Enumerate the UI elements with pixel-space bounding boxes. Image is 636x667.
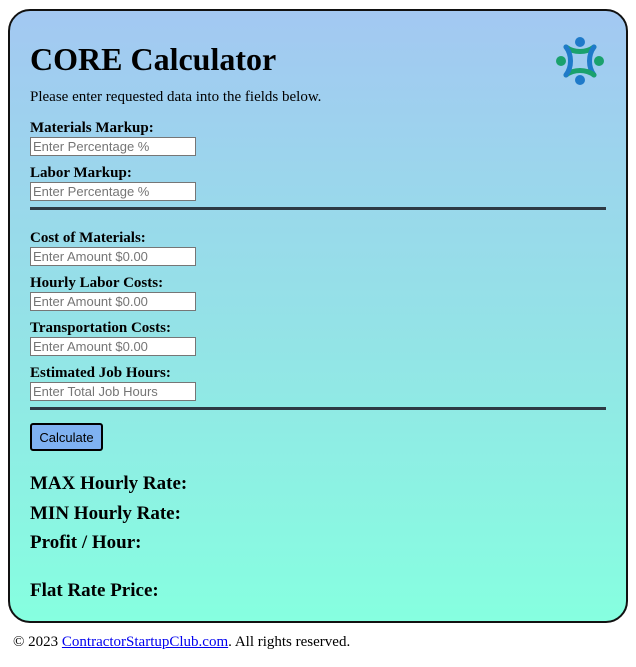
people-circle-logo-icon — [556, 37, 604, 85]
transportation-costs-input[interactable] — [30, 337, 196, 356]
page-title: CORE Calculator — [30, 41, 277, 77]
calculator-card: CORE Calculator Please enter requested d… — [8, 9, 628, 623]
materials-markup-label: Materials Markup: — [30, 120, 154, 136]
section-divider — [30, 207, 606, 210]
estimated-job-hours-input[interactable] — [30, 382, 196, 401]
cost-of-materials-label: Cost of Materials: — [30, 230, 146, 246]
instructions-text: Please enter requested data into the fie… — [30, 89, 322, 105]
footer-rights: . All rights reserved. — [228, 634, 351, 650]
labor-markup-input[interactable] — [30, 182, 196, 201]
transportation-costs-label: Transportation Costs: — [30, 320, 171, 336]
estimated-job-hours-label: Estimated Job Hours: — [30, 365, 171, 381]
labor-markup-label: Labor Markup: — [30, 165, 132, 181]
min-hourly-rate-label: MIN Hourly Rate: — [30, 503, 181, 524]
materials-markup-input[interactable] — [30, 137, 196, 156]
profit-per-hour-label: Profit / Hour: — [30, 532, 142, 553]
footer: © 2023 ContractorStartupClub.com. All ri… — [13, 633, 350, 651]
hourly-labor-costs-input[interactable] — [30, 292, 196, 311]
hourly-labor-costs-label: Hourly Labor Costs: — [30, 275, 164, 291]
cost-of-materials-input[interactable] — [30, 247, 196, 266]
section-divider — [30, 407, 606, 410]
max-hourly-rate-label: MAX Hourly Rate: — [30, 473, 188, 494]
footer-copyright: © 2023 — [13, 634, 62, 650]
flat-rate-price-label: Flat Rate Price: — [30, 580, 159, 601]
calculate-button[interactable]: Calculate — [30, 423, 103, 451]
footer-site-link[interactable]: ContractorStartupClub.com — [62, 634, 228, 650]
